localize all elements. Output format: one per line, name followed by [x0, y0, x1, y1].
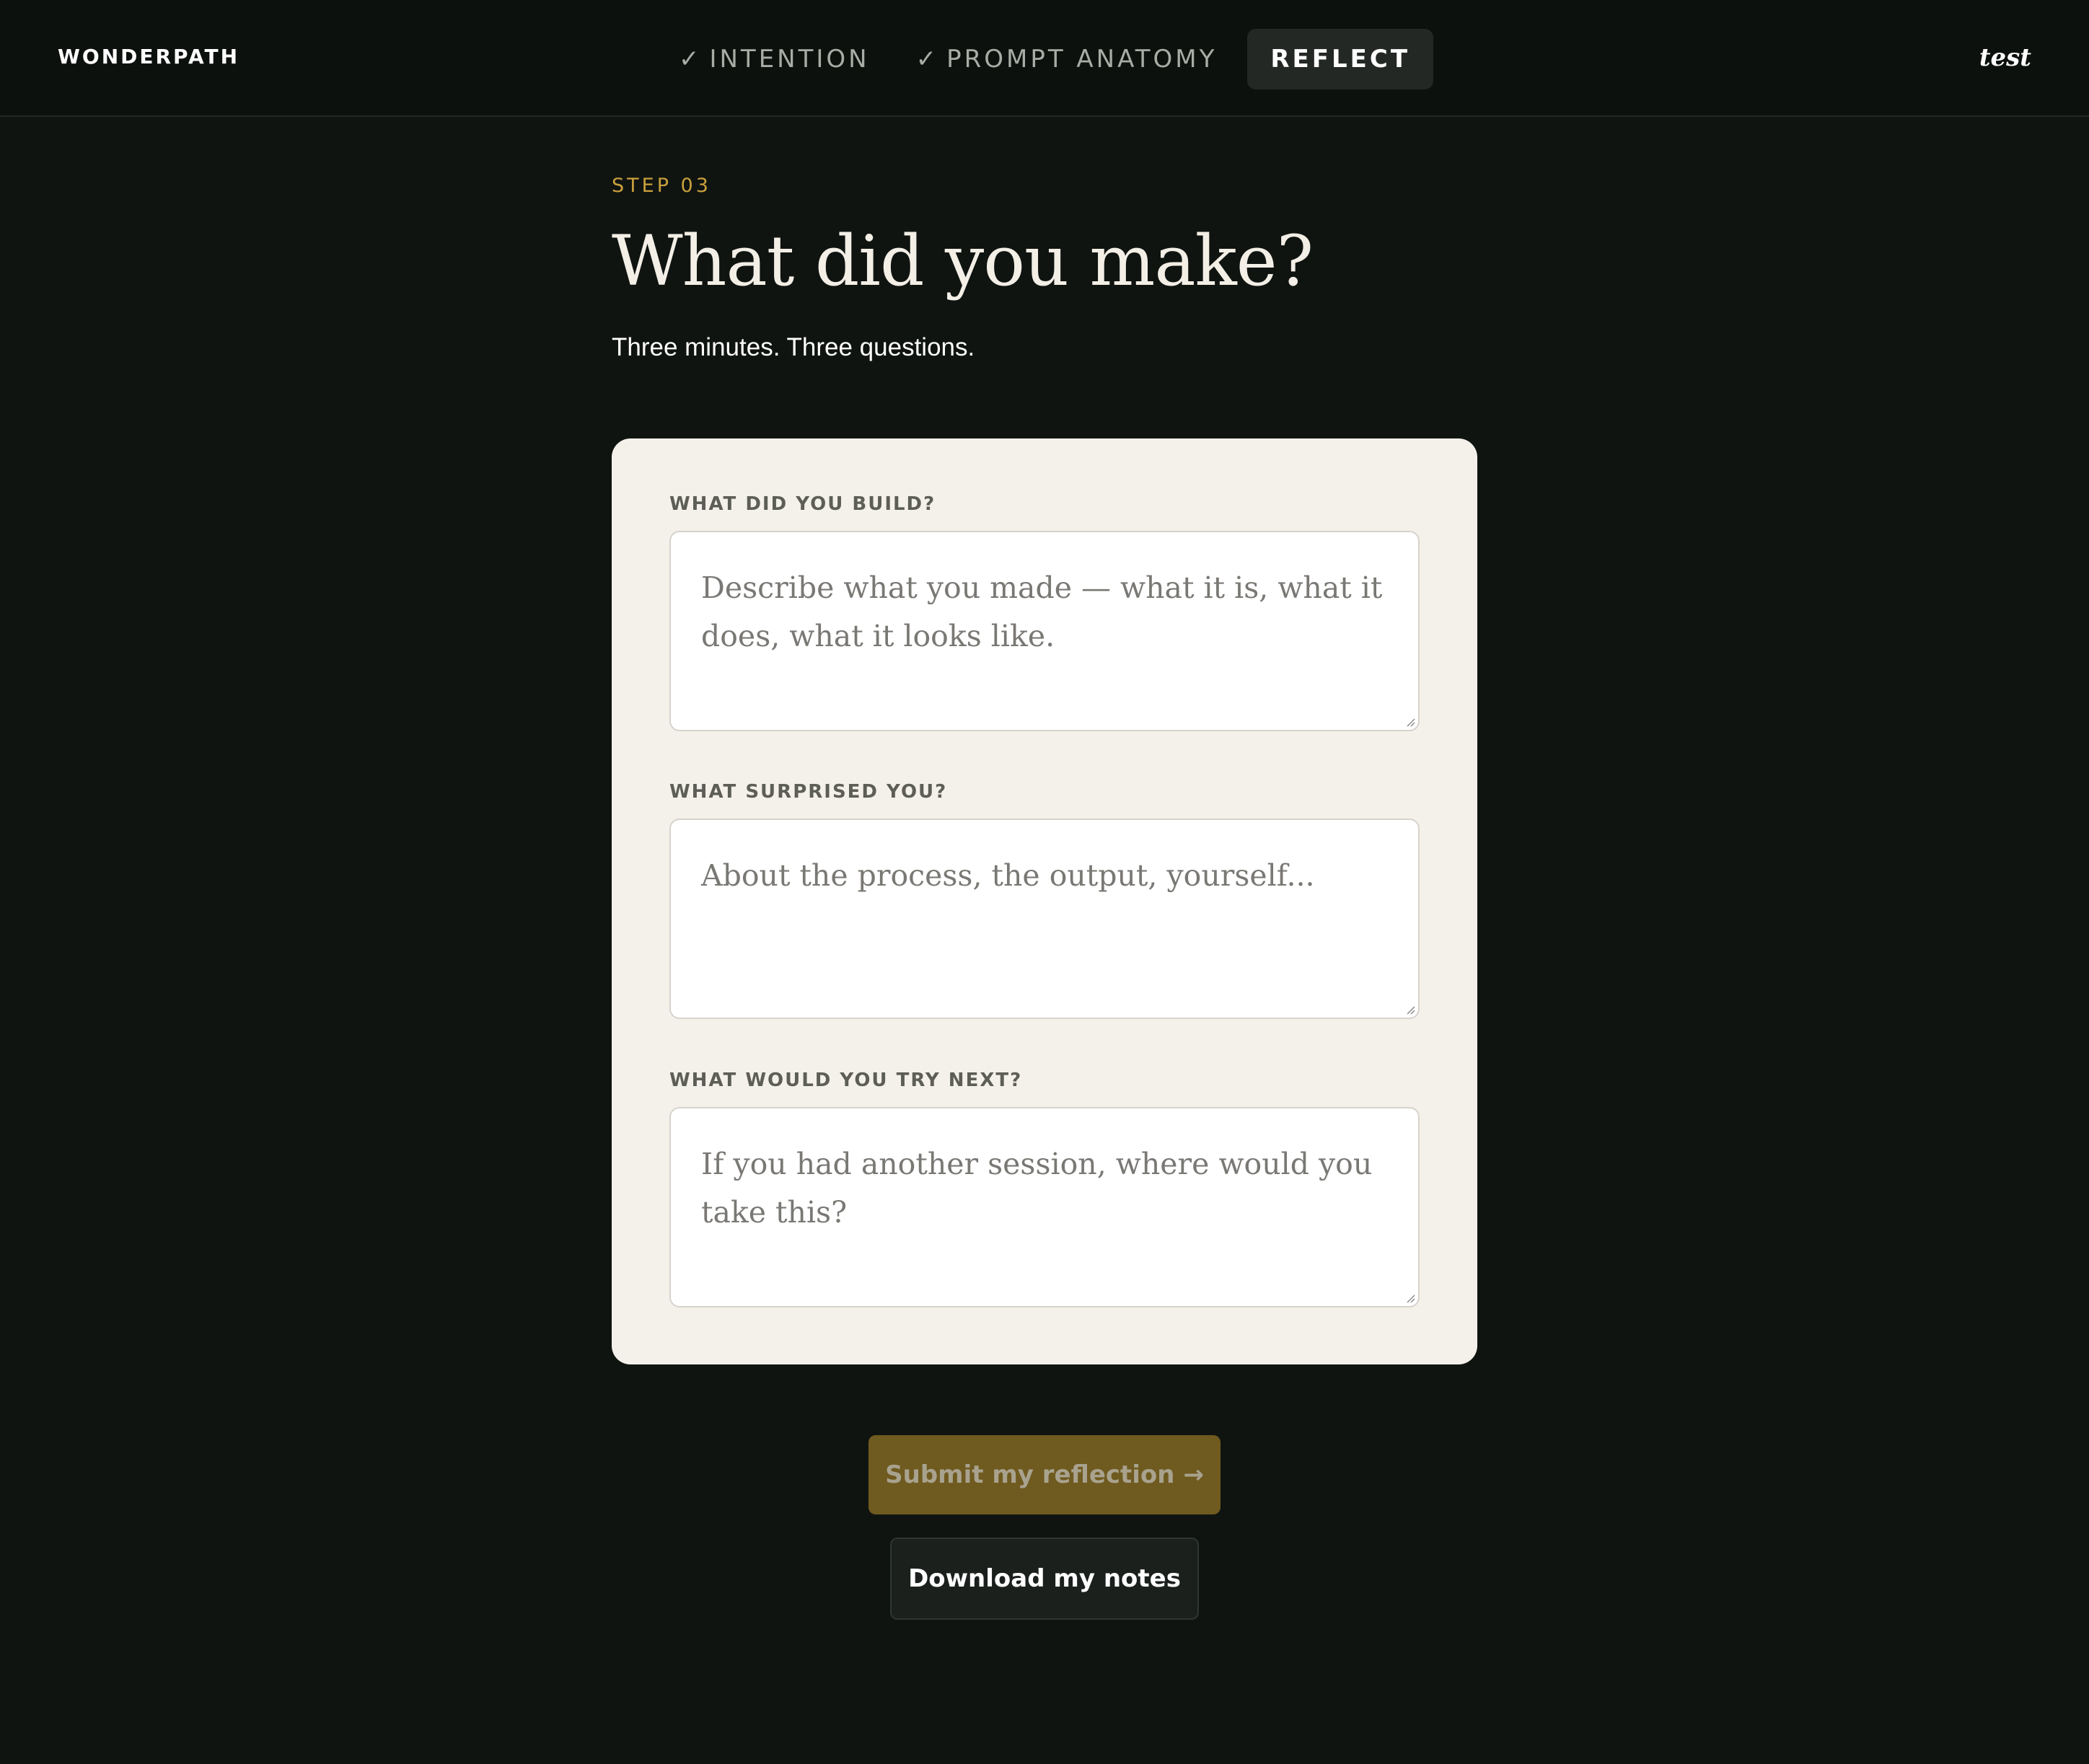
- page-title: What did you make?: [612, 221, 1314, 301]
- submit-reflection-button[interactable]: Submit my reflection →: [868, 1435, 1221, 1514]
- resize-handle-icon[interactable]: [1404, 1292, 1415, 1303]
- field-label-build: WHAT DID YOU BUILD?: [669, 493, 936, 515]
- reflection-form-card: WHAT DID YOU BUILD? WHAT SURPRISED YOU? …: [612, 438, 1477, 1364]
- step-tab-reflect[interactable]: REFLECT: [1247, 29, 1434, 89]
- surprised-textarea[interactable]: [671, 820, 1418, 1018]
- step-label: REFLECT: [1270, 45, 1411, 74]
- step-tab-intention[interactable]: ✓ INTENTION: [656, 29, 893, 89]
- checkmark-icon: ✓: [915, 45, 937, 74]
- top-nav-bar: WONDERPATH ✓ INTENTION ✓ PROMPT ANATOMY …: [0, 0, 2089, 117]
- resize-handle-icon[interactable]: [1404, 715, 1415, 727]
- step-label: PROMPT ANATOMY: [946, 45, 1218, 74]
- surprised-field-wrapper: [669, 819, 1420, 1019]
- step-label: INTENTION: [709, 45, 870, 74]
- field-label-surprised: WHAT SURPRISED YOU?: [669, 781, 948, 803]
- resize-handle-icon[interactable]: [1404, 1003, 1415, 1015]
- download-notes-button[interactable]: Download my notes: [890, 1538, 1199, 1620]
- step-progress-nav: ✓ INTENTION ✓ PROMPT ANATOMY REFLECT: [0, 29, 2089, 89]
- field-label-next: WHAT WOULD YOU TRY NEXT?: [669, 1070, 1023, 1091]
- page-subtitle: Three minutes. Three questions.: [612, 333, 975, 361]
- checkmark-icon: ✓: [678, 45, 700, 74]
- step-eyebrow: STEP 03: [612, 175, 711, 197]
- next-field-wrapper: [669, 1107, 1420, 1307]
- user-name[interactable]: test: [1979, 43, 2031, 72]
- next-textarea[interactable]: [671, 1108, 1418, 1306]
- build-field-wrapper: [669, 531, 1420, 731]
- build-textarea[interactable]: [671, 532, 1418, 730]
- step-tab-prompt-anatomy[interactable]: ✓ PROMPT ANATOMY: [893, 29, 1241, 89]
